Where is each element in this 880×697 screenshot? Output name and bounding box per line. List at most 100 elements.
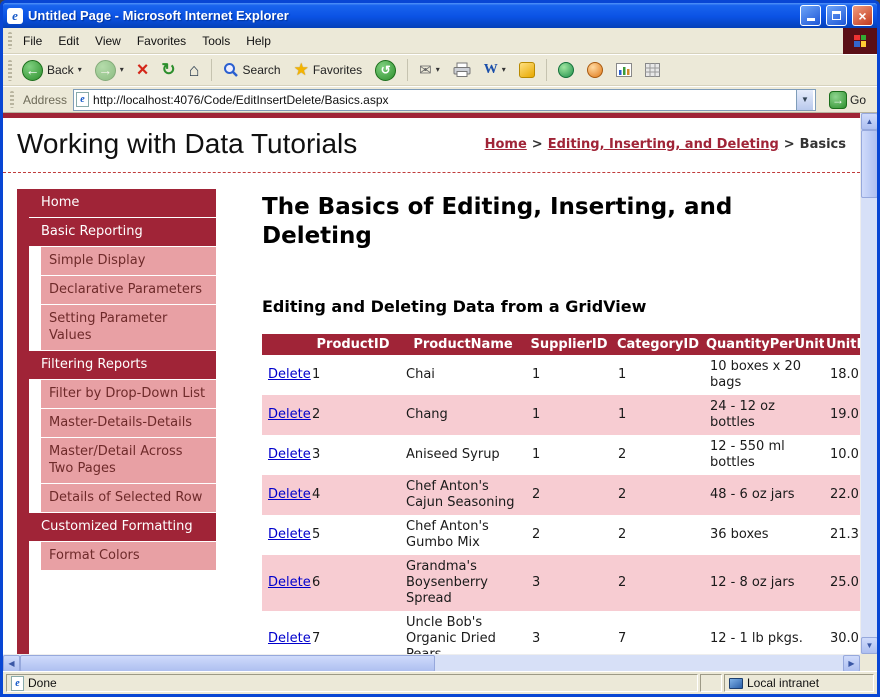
delete-link[interactable]: Delete — [268, 487, 311, 502]
cell-supplierid: 3 — [526, 611, 612, 655]
refresh-button[interactable]: ↻ — [155, 56, 181, 84]
messenger-icon — [519, 62, 535, 78]
sidebar-item-format-colors[interactable]: Format Colors — [41, 542, 216, 570]
cell-productname: Aniseed Syrup — [400, 435, 526, 475]
sidebar-item-filtering-reports[interactable]: Filtering Reports — [17, 351, 216, 379]
menu-tools[interactable]: Tools — [194, 30, 238, 52]
sidebar-item-filter-dropdown-list[interactable]: Filter by Drop-Down List — [41, 380, 216, 408]
cell-categoryid: 2 — [612, 555, 704, 611]
page-icon: e — [76, 92, 89, 107]
sidebar-item-details-selected-row[interactable]: Details of Selected Row — [41, 484, 216, 512]
horizontal-scrollbar[interactable]: ◀ ▶ — [3, 654, 860, 671]
sidebar-item-setting-parameter-values[interactable]: Setting Parameter Values — [41, 305, 216, 350]
delete-link[interactable]: Delete — [268, 575, 311, 590]
mail-button[interactable]: ✉ ▾ — [413, 56, 446, 84]
favorites-star-icon: ★ — [294, 60, 309, 80]
vertical-scroll-thumb[interactable] — [861, 130, 878, 198]
scroll-left-button[interactable]: ◀ — [3, 655, 20, 672]
edit-button[interactable]: W ▾ — [478, 56, 512, 84]
breadcrumb-link-section[interactable]: Editing, Inserting, and Deleting — [548, 137, 779, 152]
table-row: Delete 6 Grandma's Boysenberry Spread 3 … — [262, 555, 860, 611]
breadcrumb-link-home[interactable]: Home — [485, 137, 527, 152]
cell-supplierid: 2 — [526, 515, 612, 555]
addon-button-3[interactable] — [610, 56, 638, 84]
sidebar-item-home[interactable]: Home — [17, 189, 216, 217]
products-gridview: ProductID ProductName SupplierID Categor… — [262, 334, 860, 655]
cell-quantityperunit: 10 boxes x 20 bags — [704, 355, 824, 395]
scroll-up-button[interactable]: ▲ — [861, 113, 878, 130]
toolbar-separator — [407, 59, 408, 81]
go-button[interactable]: → Go — [822, 88, 873, 112]
delete-link[interactable]: Delete — [268, 527, 311, 542]
page-header: Working with Data Tutorials Home > Editi… — [3, 118, 860, 173]
address-input[interactable]: e http://localhost:4076/Code/EditInsertD… — [73, 89, 816, 111]
toolbar-grip[interactable] — [10, 91, 14, 109]
favorites-button[interactable]: ★ Favorites — [288, 56, 369, 84]
forward-icon: → — [95, 60, 116, 81]
address-dropdown-button[interactable]: ▼ — [796, 90, 813, 110]
maximize-button[interactable] — [826, 5, 847, 26]
menu-view[interactable]: View — [87, 30, 129, 52]
menu-edit[interactable]: Edit — [50, 30, 87, 52]
cell-productname: Grandma's Boysenberry Spread — [400, 555, 526, 611]
horizontal-scroll-thumb[interactable] — [20, 655, 435, 672]
close-button[interactable]: × — [852, 5, 873, 26]
cell-categoryid: 2 — [612, 475, 704, 515]
vertical-scrollbar[interactable]: ▲ ▼ — [860, 113, 877, 654]
cell-productname: Chang — [400, 395, 526, 435]
addon-button-4[interactable] — [639, 56, 666, 84]
back-dropdown-icon[interactable]: ▾ — [78, 66, 82, 74]
delete-link[interactable]: Delete — [268, 407, 311, 422]
sidebar-item-declarative-parameters[interactable]: Declarative Parameters — [41, 276, 216, 304]
windows-logo-icon — [854, 35, 866, 47]
delete-link[interactable]: Delete — [268, 367, 311, 382]
toolbar-separator — [211, 59, 212, 81]
toolbar-grip[interactable] — [8, 60, 12, 81]
table-row: Delete 1 Chai 1 1 10 boxes x 20 bags 18.… — [262, 355, 860, 395]
cell-unitprice: 19.0 — [824, 395, 860, 435]
scroll-down-button[interactable]: ▼ — [861, 637, 878, 654]
cell-productname: Chef Anton's Cajun Seasoning — [400, 475, 526, 515]
toolbar-grip[interactable] — [8, 32, 12, 50]
forward-dropdown-icon[interactable]: ▾ — [120, 66, 124, 74]
forward-button[interactable]: → ▾ — [89, 56, 130, 84]
address-bar: Address e http://localhost:4076/Code/Edi… — [3, 86, 877, 113]
search-button[interactable]: Search — [217, 56, 287, 84]
sidebar-item-master-details-details[interactable]: Master-Details-Details — [41, 409, 216, 437]
edit-dropdown-icon[interactable]: ▾ — [502, 66, 506, 74]
table-row: Delete 7 Uncle Bob's Organic Dried Pears… — [262, 611, 860, 655]
addon-button-1[interactable] — [552, 56, 580, 84]
status-bar: e Done Local intranet — [3, 671, 877, 694]
scroll-right-button[interactable]: ▶ — [843, 655, 860, 672]
messenger-button[interactable] — [513, 56, 541, 84]
delete-link[interactable]: Delete — [268, 447, 311, 462]
mail-dropdown-icon[interactable]: ▾ — [436, 66, 440, 74]
menu-help[interactable]: Help — [238, 30, 279, 52]
history-button[interactable]: ↺ — [369, 56, 402, 84]
menu-favorites[interactable]: Favorites — [129, 30, 194, 52]
cell-quantityperunit: 36 boxes — [704, 515, 824, 555]
page-body: Home Basic Reporting Simple Display Decl… — [3, 173, 860, 654]
cell-supplierid: 1 — [526, 435, 612, 475]
cell-categoryid: 1 — [612, 395, 704, 435]
menu-bar: File Edit View Favorites Tools Help — [3, 28, 877, 54]
chart-icon — [616, 63, 632, 77]
go-label: Go — [850, 93, 866, 107]
minimize-button[interactable] — [800, 5, 821, 26]
sidebar-item-customized-formatting[interactable]: Customized Formatting — [17, 513, 216, 541]
back-button[interactable]: ← Back ▾ — [16, 56, 88, 84]
addon-button-2[interactable] — [581, 56, 609, 84]
cell-productname: Chef Anton's Gumbo Mix — [400, 515, 526, 555]
sidebar-item-master-detail-two-pages[interactable]: Master/Detail Across Two Pages — [41, 438, 216, 483]
table-row: Delete 3 Aniseed Syrup 1 2 12 - 550 ml b… — [262, 435, 860, 475]
home-button[interactable]: ⌂ — [183, 56, 206, 84]
sidebar-item-simple-display[interactable]: Simple Display — [41, 247, 216, 275]
local-intranet-icon — [729, 678, 743, 689]
stop-button[interactable]: × — [131, 56, 155, 84]
delete-link[interactable]: Delete — [268, 631, 311, 646]
sidebar-item-basic-reporting[interactable]: Basic Reporting — [17, 218, 216, 246]
section-heading: Editing and Deleting Data from a GridVie… — [262, 297, 860, 316]
cell-productid: 6 — [306, 555, 400, 611]
print-button[interactable] — [447, 56, 477, 84]
menu-file[interactable]: File — [15, 30, 50, 52]
